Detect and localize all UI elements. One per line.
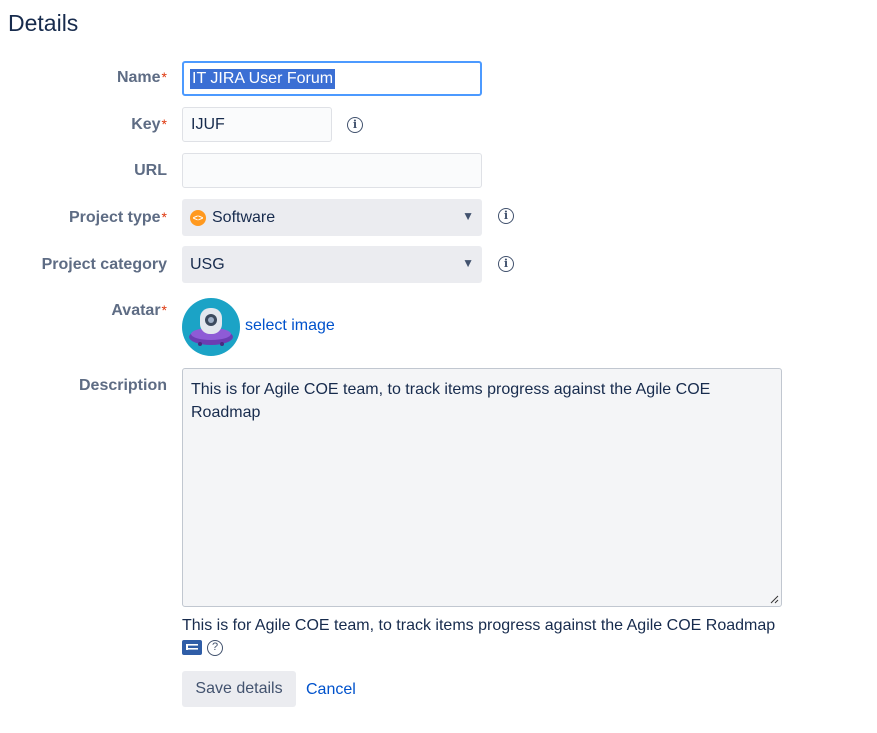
name-input-value: IT JIRA User Forum [190, 69, 336, 89]
software-icon: <> [190, 210, 206, 226]
url-label: URL [134, 162, 167, 179]
project-type-label: Project type* [68, 209, 167, 226]
project-category-value: USG [190, 256, 225, 273]
key-label: Key* [131, 116, 167, 133]
help-icon[interactable]: ? [207, 640, 223, 656]
wiki-markup-icon[interactable] [182, 640, 202, 655]
avatar [182, 298, 240, 356]
description-textarea[interactable]: This is for Agile COE team, to track ite… [182, 368, 782, 607]
description-value: This is for Agile COE team, to track ite… [191, 381, 711, 421]
project-type-value: Software [212, 209, 276, 226]
project-category-label: Project category [41, 256, 167, 273]
page-title: Details [8, 10, 79, 36]
key-input-value: IJUF [191, 116, 225, 133]
project-type-select[interactable]: <> Software ▼ [182, 199, 482, 236]
cancel-link[interactable]: Cancel [306, 681, 356, 699]
description-label: Description [78, 377, 167, 394]
chevron-down-icon: ▼ [462, 209, 474, 223]
name-input[interactable]: IT JIRA User Forum [182, 61, 482, 96]
resize-grip-icon[interactable] [769, 594, 779, 604]
project-type-info-icon[interactable]: i [498, 208, 514, 224]
project-category-select[interactable]: USG ▼ [182, 246, 482, 283]
avatar-label: Avatar* [111, 302, 167, 319]
save-details-button[interactable]: Save details [182, 671, 296, 707]
avatar-image [189, 308, 233, 346]
select-image-link[interactable]: select image [245, 317, 335, 335]
description-preview: This is for Agile COE team, to track ite… [182, 617, 776, 634]
chevron-down-icon: ▼ [462, 256, 474, 270]
key-info-icon[interactable]: i [347, 117, 363, 133]
url-input[interactable] [182, 153, 482, 188]
name-label: Name* [116, 69, 167, 86]
project-category-info-icon[interactable]: i [498, 256, 514, 272]
key-input[interactable]: IJUF [182, 107, 332, 142]
